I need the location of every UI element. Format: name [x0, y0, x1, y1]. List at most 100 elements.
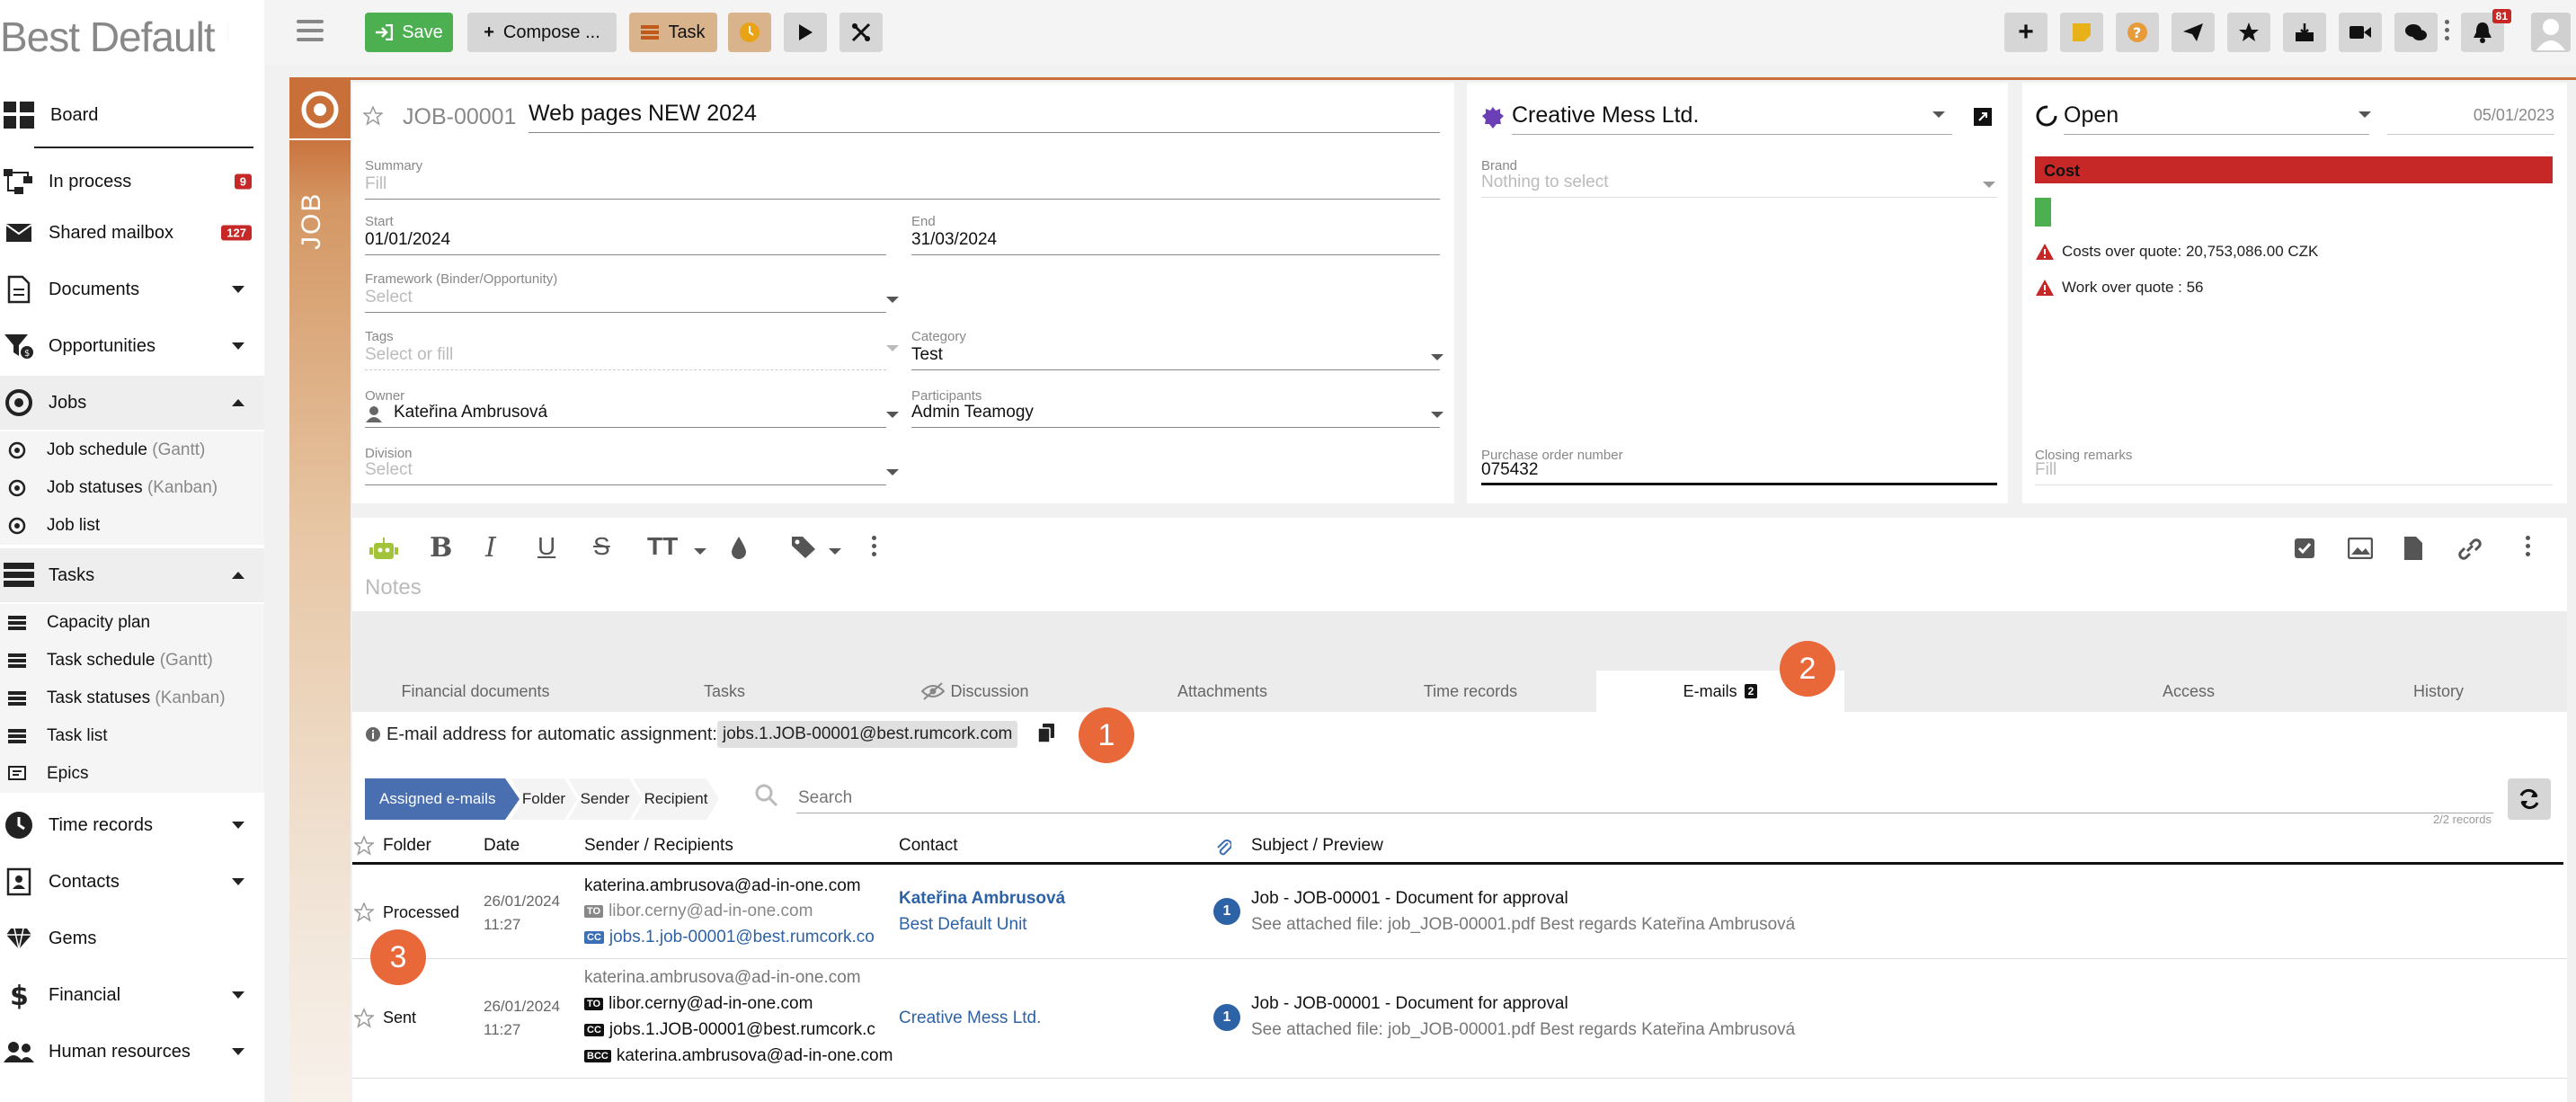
sidebar-item-capacity-plan[interactable]: Capacity plan [0, 604, 264, 642]
sidebar-item-job-schedule[interactable]: Job schedule (Gantt) [0, 431, 264, 469]
summary-field[interactable]: Fill [365, 174, 1440, 200]
save-button[interactable]: Save [365, 13, 453, 52]
strikethrough-icon[interactable]: S [593, 532, 610, 561]
sidebar-item-opportunities[interactable]: $ Opportunities [0, 319, 264, 373]
start-date-field[interactable]: 01/01/2024 [365, 230, 886, 255]
tab-time-records[interactable]: Time records [1366, 671, 1575, 712]
filter-recipient[interactable]: Recipient [633, 778, 719, 820]
column-header-subject[interactable]: Subject / Preview [1251, 836, 1383, 856]
play-button[interactable] [784, 13, 827, 52]
star-icon[interactable] [363, 106, 383, 126]
color-drop-icon[interactable] [730, 536, 748, 561]
column-header-folder[interactable]: Folder [383, 836, 431, 856]
add-button[interactable]: + [2004, 13, 2047, 52]
sidebar-item-financial[interactable]: $ Financial [0, 968, 264, 1022]
robot-icon[interactable] [369, 536, 399, 563]
compose-button[interactable]: + Compose ... [467, 13, 617, 52]
notes-field[interactable]: Notes [365, 575, 422, 600]
email-contact-company-link[interactable]: Best Default Unit [899, 915, 1027, 935]
sidebar-item-epics[interactable]: Epics [0, 755, 264, 793]
job-title-field[interactable]: Web pages NEW 2024 [529, 101, 1440, 133]
task-button[interactable]: Task [629, 13, 717, 52]
more-icon[interactable] [2526, 536, 2530, 556]
star-icon[interactable] [354, 836, 374, 856]
sidebar-item-gems[interactable]: Gems [0, 911, 264, 965]
copy-icon[interactable] [1037, 723, 1055, 744]
sidebar-item-board[interactable]: Board [0, 88, 264, 142]
framework-select[interactable]: Select [365, 288, 886, 313]
filter-sender[interactable]: Sender [568, 778, 642, 820]
timer-button[interactable] [728, 13, 771, 52]
sticky-note-button[interactable] [2060, 13, 2103, 52]
po-number-input[interactable]: 075432 [1481, 460, 1997, 485]
sidebar-item-job-statuses[interactable]: Job statuses (Kanban) [0, 469, 264, 507]
tag-icon[interactable] [791, 536, 816, 559]
division-select[interactable]: Select [365, 460, 886, 485]
column-header-sender[interactable]: Sender / Recipients [584, 836, 733, 856]
email-subject[interactable]: Job - JOB-00001 - Document for approval [1251, 994, 1568, 1014]
tags-select[interactable]: Select or fill [365, 345, 886, 370]
sidebar-item-contacts[interactable]: Contacts [0, 855, 264, 909]
link-icon[interactable] [2457, 538, 2483, 561]
sidebar-item-tasks[interactable]: Tasks [0, 548, 264, 602]
sidebar-item-job-list[interactable]: Job list [0, 507, 264, 545]
sidebar-item-task-schedule[interactable]: Task schedule (Gantt) [0, 642, 264, 680]
filter-folder[interactable]: Folder [511, 778, 577, 820]
image-icon[interactable] [2348, 538, 2373, 559]
app-logo[interactable]: Best Default Unit [0, 13, 228, 61]
star-icon[interactable] [354, 1009, 374, 1028]
favorites-button[interactable] [2227, 13, 2270, 52]
more-icon[interactable] [2445, 20, 2450, 40]
search-input[interactable] [796, 784, 2493, 813]
tools-button[interactable] [839, 13, 883, 52]
external-link-icon[interactable] [1972, 106, 1994, 128]
text-size-icon[interactable]: TT [647, 532, 678, 561]
inbox-button[interactable] [2283, 13, 2326, 52]
company-select[interactable]: Creative Mess Ltd. [1512, 102, 1952, 135]
sidebar-item-in-process[interactable]: In process 9 [0, 155, 264, 209]
sidebar-item-human-resources[interactable]: Human resources [0, 1025, 264, 1079]
video-button[interactable] [2339, 13, 2382, 52]
end-date-field[interactable]: 31/03/2024 [911, 230, 1440, 255]
menu-icon[interactable] [297, 20, 324, 47]
auto-assignment-address[interactable]: jobs.1.JOB-00001@best.rumcork.com [717, 721, 1018, 748]
refresh-button[interactable] [2508, 778, 2551, 820]
email-contact-link[interactable]: Creative Mess Ltd. [899, 1009, 1041, 1028]
tab-attachments[interactable]: Attachments [1115, 671, 1330, 712]
sidebar-item-jobs[interactable]: Jobs [0, 376, 264, 430]
status-select[interactable]: Open [2064, 102, 2369, 135]
status-date[interactable]: 05/01/2023 [2387, 106, 2554, 135]
user-avatar[interactable] [2531, 13, 2571, 52]
help-button[interactable]: ? [2116, 13, 2159, 52]
email-contact-link[interactable]: Kateřina Ambrusová [899, 889, 1065, 909]
bold-icon[interactable]: B [430, 532, 452, 564]
tab-access[interactable]: Access [2085, 671, 2292, 712]
closing-remarks-field[interactable]: Fill [2035, 460, 2553, 485]
tab-discussion[interactable]: Discussion [863, 671, 1088, 712]
column-header-date[interactable]: Date [484, 836, 520, 856]
tab-history[interactable]: History [2337, 671, 2540, 712]
send-button[interactable] [2172, 13, 2215, 52]
more-icon[interactable] [872, 536, 876, 556]
file-icon[interactable] [2403, 536, 2423, 561]
underline-icon[interactable]: U [537, 532, 555, 561]
sidebar-item-task-statuses[interactable]: Task statuses (Kanban) [0, 680, 264, 717]
tab-financial-documents[interactable]: Financial documents [352, 671, 599, 712]
email-subject[interactable]: Job - JOB-00001 - Document for approval [1251, 889, 1568, 909]
sidebar-item-time-records[interactable]: Time records [0, 798, 264, 852]
brand-select[interactable]: Nothing to select [1481, 173, 1997, 198]
tab-tasks[interactable]: Tasks [611, 671, 838, 712]
column-header-contact[interactable]: Contact [899, 836, 957, 856]
notifications-button[interactable]: 81 [2461, 9, 2511, 52]
sidebar-item-task-list[interactable]: Task list [0, 717, 264, 755]
filter-assigned-emails[interactable]: Assigned e-mails [365, 778, 520, 820]
sidebar-item-documents[interactable]: Documents [0, 262, 264, 316]
chat-button[interactable] [2394, 13, 2438, 52]
italic-icon[interactable]: I [485, 532, 496, 564]
star-icon[interactable] [354, 902, 374, 922]
checkbox-icon[interactable] [2294, 538, 2315, 559]
category-select[interactable]: Test [911, 345, 1440, 370]
owner-select[interactable]: Kateřina Ambrusová [365, 403, 886, 428]
participants-select[interactable]: Admin Teamogy [911, 403, 1440, 428]
sidebar-item-shared-mailbox[interactable]: Shared mailbox 127 [0, 206, 264, 260]
